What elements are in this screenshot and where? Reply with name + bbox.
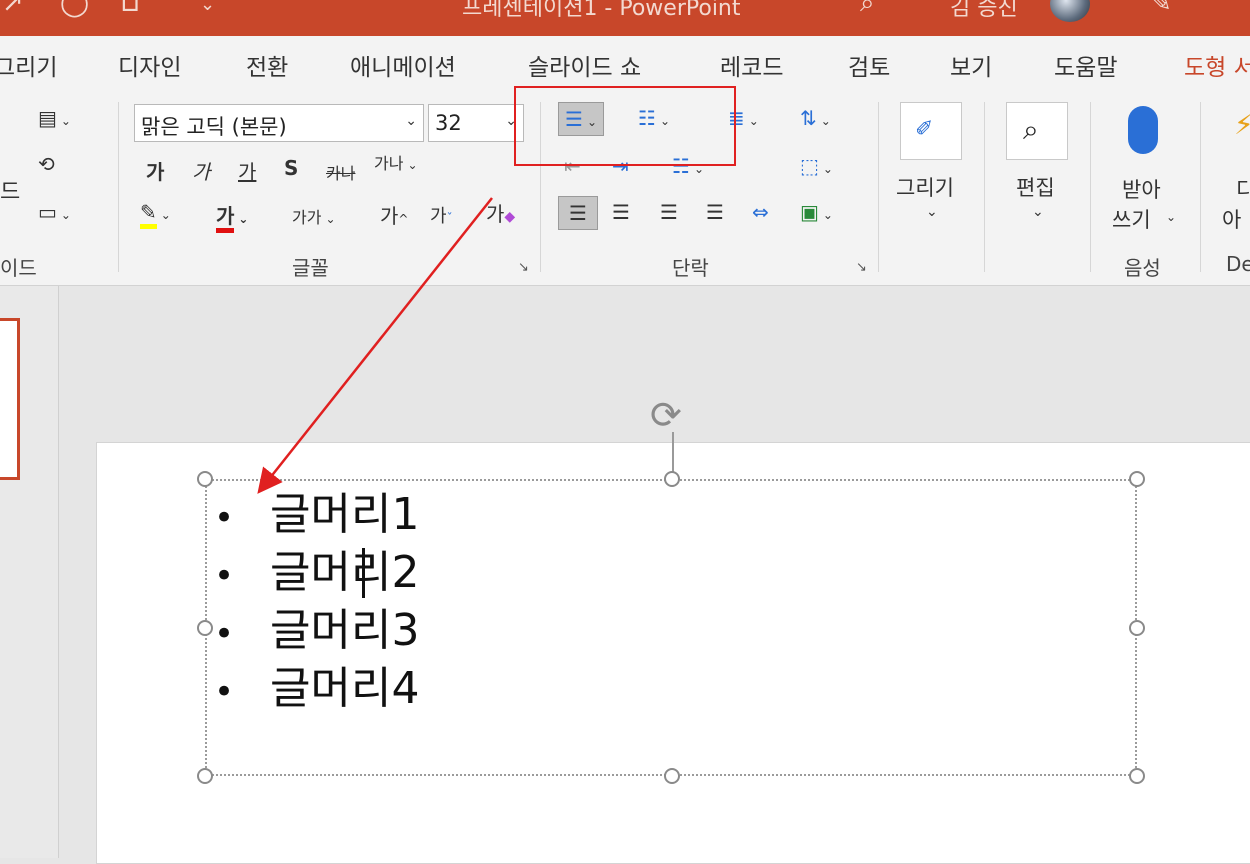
annotation-arrow [257,197,493,494]
